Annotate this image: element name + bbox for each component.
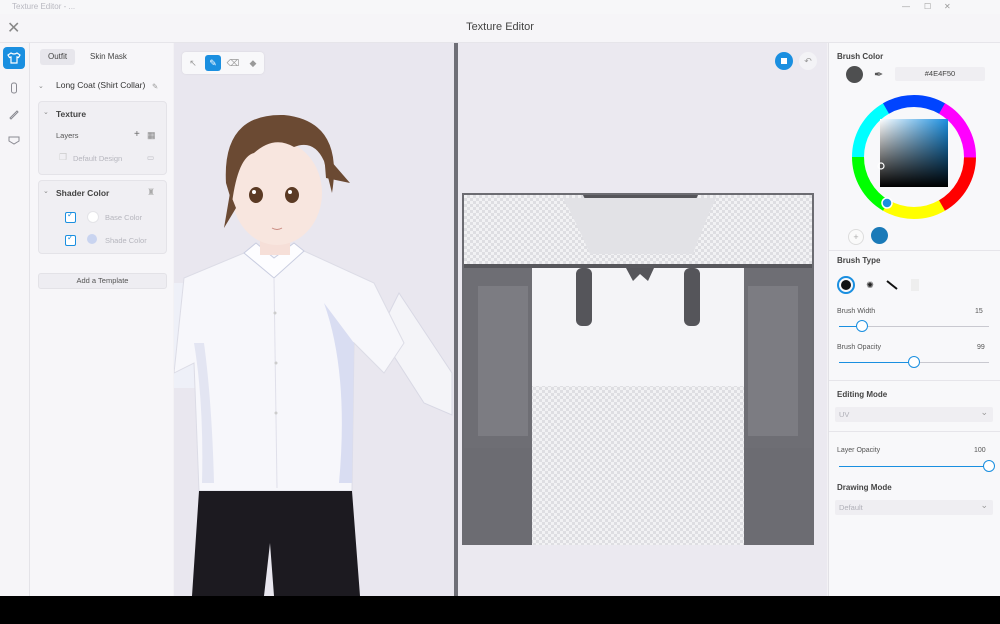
undo-button[interactable]: ↶ bbox=[799, 52, 817, 70]
brush-width-label: Brush Width bbox=[837, 308, 876, 315]
layer-options-icon[interactable]: ▦ bbox=[147, 130, 156, 141]
line-brush-button[interactable] bbox=[883, 276, 901, 294]
garment-name[interactable]: Long Coat (Shirt Collar) bbox=[56, 80, 145, 90]
shirt-icon bbox=[7, 52, 21, 64]
shader-card: ⌄ Shader Color ♜ Base Color Shade Color bbox=[38, 180, 167, 254]
brush-icon bbox=[9, 110, 19, 120]
model-viewport[interactable]: ↖ ✎ ⌫ ◆ bbox=[174, 43, 454, 596]
hex-color-input[interactable]: #4E4F50 bbox=[895, 67, 985, 81]
drawing-mode-label: Drawing Mode bbox=[837, 483, 892, 492]
hue-handle bbox=[881, 197, 893, 209]
chevron-down-icon[interactable]: ⌄ bbox=[38, 82, 44, 90]
bottle-icon bbox=[11, 82, 17, 94]
shader-title: Shader Color bbox=[56, 188, 110, 198]
tab-outfit[interactable]: Outfit bbox=[40, 49, 76, 65]
os-close-icon[interactable]: ✕ bbox=[944, 2, 951, 11]
brush-opacity-fill bbox=[839, 362, 914, 363]
divider bbox=[829, 250, 1000, 251]
brush-opacity-value[interactable]: 99 bbox=[977, 344, 985, 351]
color-wheel[interactable] bbox=[844, 87, 984, 227]
texture-chevron-icon[interactable]: ⌄ bbox=[43, 108, 49, 116]
line-brush-icon bbox=[886, 280, 898, 290]
base-color-label: Base Color bbox=[105, 213, 143, 222]
shade-color-checkbox[interactable] bbox=[65, 233, 76, 246]
os-titlebar: Texture Editor - ... — ☐ ✕ bbox=[0, 0, 1000, 14]
undo-icon: ↶ bbox=[804, 55, 812, 66]
layer-opacity-label: Layer Opacity bbox=[837, 447, 881, 454]
add-template-button[interactable]: Add a Template bbox=[38, 273, 167, 289]
current-color-swatch[interactable] bbox=[846, 66, 863, 83]
soft-brush-button[interactable]: ✺ bbox=[861, 276, 879, 294]
stamp-brush-button[interactable] bbox=[906, 276, 924, 294]
add-color-icon[interactable]: + bbox=[848, 229, 864, 245]
layer-opacity-fill bbox=[839, 466, 989, 467]
layer-opacity-thumb[interactable] bbox=[983, 460, 995, 472]
layer-thumbnail-icon: ❐ bbox=[59, 152, 68, 162]
layer-opacity-value[interactable]: 100 bbox=[974, 447, 986, 454]
brush-properties-panel: Brush Color ✒ #4E4F50 + Brush Type ✺ Bru… bbox=[828, 43, 1000, 596]
base-color-checkbox[interactable] bbox=[65, 210, 76, 223]
tab-skin-mask[interactable]: Skin Mask bbox=[82, 49, 135, 65]
page-title: Texture Editor bbox=[466, 21, 534, 33]
brush-color-label: Brush Color bbox=[837, 52, 884, 61]
shader-chevron-icon[interactable]: ⌄ bbox=[43, 187, 49, 195]
eyedropper-icon[interactable]: ✒ bbox=[874, 68, 883, 81]
outfit-sidebar: Outfit Skin Mask ⌄ Long Coat (Shirt Coll… bbox=[30, 43, 173, 596]
brush-type-label: Brush Type bbox=[837, 256, 881, 265]
hard-brush-icon bbox=[841, 280, 851, 290]
layer-item[interactable]: Default Design bbox=[73, 154, 122, 163]
hard-brush-button[interactable] bbox=[837, 276, 855, 294]
shade-color-label: Shade Color bbox=[105, 236, 147, 245]
brush-width-value[interactable]: 15 bbox=[975, 308, 983, 315]
texture-title: Texture bbox=[56, 109, 87, 119]
os-window-title: Texture Editor - ... bbox=[12, 2, 76, 11]
uv-texture-panel[interactable]: ↶ bbox=[458, 43, 827, 596]
layer-visibility-icon[interactable]: ▭ bbox=[147, 153, 154, 162]
editing-mode-select[interactable]: UV bbox=[835, 405, 993, 422]
editing-mode-label: Editing Mode bbox=[837, 390, 888, 399]
app-window: Texture Editor - ... — ☐ ✕ ✕ Texture Edi… bbox=[0, 0, 1000, 596]
accessory-rail-button[interactable] bbox=[3, 77, 25, 99]
maximize-icon[interactable]: ☐ bbox=[924, 2, 931, 11]
recent-color-swatch[interactable] bbox=[871, 227, 888, 244]
square-icon bbox=[781, 58, 787, 64]
stamp-brush-icon bbox=[911, 279, 919, 291]
editor-titlebar: ✕ Texture Editor bbox=[0, 14, 1000, 43]
fill-tool-icon[interactable]: ◆ bbox=[245, 55, 261, 71]
brush-width-thumb[interactable] bbox=[855, 320, 868, 332]
soft-brush-icon: ✺ bbox=[866, 279, 874, 290]
select-tool-icon[interactable]: ↖ bbox=[185, 55, 201, 71]
shade-color-swatch[interactable] bbox=[87, 234, 97, 244]
tool-rail bbox=[0, 43, 30, 596]
divider bbox=[829, 380, 1000, 381]
texture-card: ⌄ Texture Layers + ▦ ❐ Default Design ▭ bbox=[38, 101, 167, 175]
uv-view-toggle[interactable] bbox=[775, 52, 793, 70]
divider bbox=[829, 431, 1000, 432]
outfit-rail-button[interactable] bbox=[3, 47, 25, 69]
edit-garment-icon[interactable]: ✎ bbox=[152, 82, 158, 91]
avatar-model bbox=[174, 43, 454, 596]
layers-label: Layers bbox=[56, 131, 79, 140]
minimize-icon[interactable]: — bbox=[902, 2, 910, 11]
pen-tool-icon[interactable]: ✎ bbox=[205, 55, 221, 71]
eraser-tool-icon[interactable]: ⌫ bbox=[225, 55, 241, 71]
tag-icon bbox=[8, 136, 20, 145]
uv-texture-canvas bbox=[462, 193, 814, 545]
add-layer-icon[interactable]: + bbox=[134, 129, 140, 140]
drawing-mode-select[interactable]: Default bbox=[835, 498, 993, 515]
brush-opacity-label: Brush Opacity bbox=[837, 344, 881, 351]
viewport-toolbar: ↖ ✎ ⌫ ◆ bbox=[182, 52, 264, 74]
brush-opacity-thumb[interactable] bbox=[908, 356, 920, 368]
brush-rail-button[interactable] bbox=[3, 103, 25, 125]
base-color-swatch[interactable] bbox=[87, 211, 99, 223]
sticker-rail-button[interactable] bbox=[3, 129, 25, 151]
shader-shirt-icon[interactable]: ♜ bbox=[147, 187, 155, 198]
